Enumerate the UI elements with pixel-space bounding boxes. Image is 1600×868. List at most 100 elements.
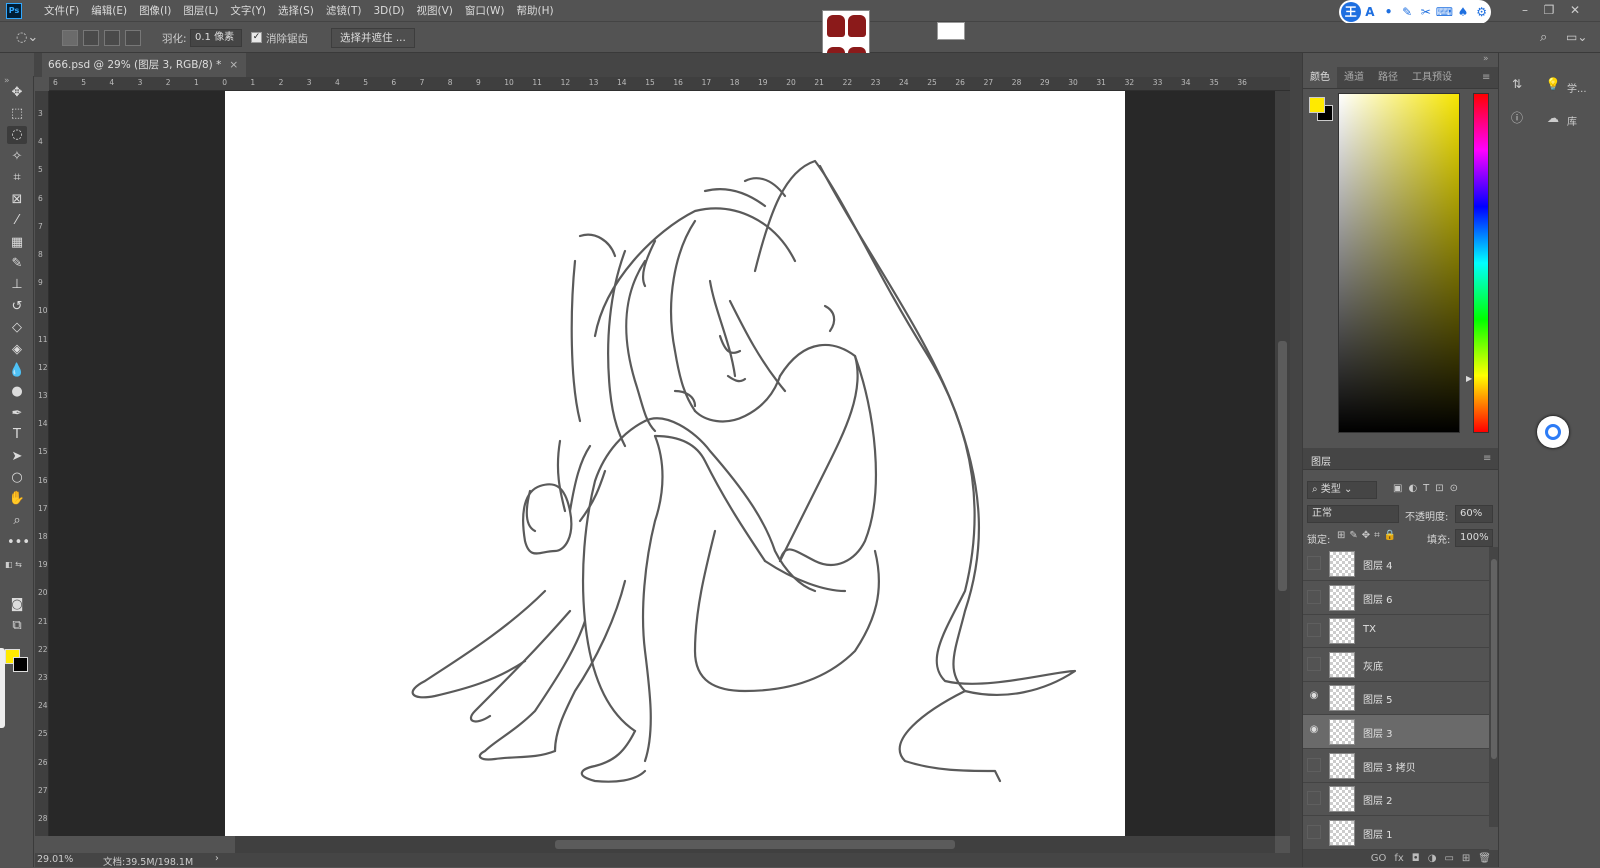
new-group-icon[interactable]: ▭ — [1444, 850, 1453, 867]
layer-row[interactable]: TX — [1303, 614, 1489, 649]
layer-row[interactable]: 图层 6 — [1303, 581, 1489, 615]
visibility-eye-icon[interactable]: ◉ — [1307, 690, 1321, 704]
layer-name[interactable]: 图层 3 拷贝 — [1363, 759, 1416, 774]
layer-name[interactable]: 图层 3 — [1363, 725, 1393, 740]
ime-punct-icon[interactable]: • — [1379, 2, 1398, 22]
layer-row[interactable]: ◉ 图层 5 — [1303, 681, 1489, 716]
add-mask-icon[interactable]: ◘ — [1412, 850, 1420, 867]
menu-window[interactable]: 窗口(W) — [459, 0, 511, 22]
ime-logo-icon[interactable]: 王 — [1341, 2, 1361, 22]
layers-panel-title[interactable]: 图层 — [1311, 453, 1331, 468]
visibility-eye-icon[interactable] — [1307, 656, 1321, 671]
ime-lang-icon[interactable]: A — [1361, 2, 1380, 22]
layer-row[interactable]: 图层 3 拷贝 — [1303, 749, 1489, 783]
pen-tool-icon[interactable]: ✒ — [7, 405, 27, 423]
layers-scroll-thumb[interactable] — [1491, 559, 1497, 759]
search-icon[interactable]: ⌕ — [1540, 30, 1547, 45]
visibility-eye-icon[interactable] — [1307, 791, 1321, 806]
horizontal-scroll-thumb[interactable] — [555, 840, 955, 849]
menu-select[interactable]: 选择(S) — [272, 0, 320, 22]
menu-filter[interactable]: 滤镜(T) — [320, 0, 368, 22]
layer-name[interactable]: 图层 2 — [1363, 792, 1393, 807]
background-color-swatch[interactable] — [13, 657, 28, 672]
eraser-tool-icon[interactable]: ◇ — [7, 319, 27, 337]
visibility-eye-icon[interactable] — [1307, 824, 1321, 839]
close-window-button[interactable]: ✕ — [1564, 0, 1586, 20]
layer-row[interactable]: ◉ 图层 3 — [1303, 715, 1489, 749]
history-panel-icon[interactable]: ⇅ — [1507, 75, 1527, 93]
new-selection-button[interactable] — [62, 30, 78, 46]
paint-bucket-tool-icon[interactable]: ◈ — [7, 341, 27, 359]
ime-skin-icon[interactable]: ♠ — [1454, 2, 1473, 22]
minimize-button[interactable]: – — [1514, 0, 1536, 20]
subtract-selection-button[interactable] — [104, 30, 120, 46]
default-colors-icon[interactable]: ◧ ⇆ — [5, 560, 22, 569]
info-panel-icon[interactable]: ⓘ — [1507, 109, 1527, 127]
antialias-checkbox[interactable]: ✓ — [251, 32, 262, 43]
menu-file[interactable]: 文件(F) — [38, 0, 85, 22]
hue-slider[interactable] — [1473, 93, 1489, 433]
close-tab-icon[interactable]: × — [229, 59, 238, 71]
new-layer-icon[interactable]: ⊞ — [1462, 850, 1470, 867]
add-selection-button[interactable] — [83, 30, 99, 46]
lock-icons[interactable]: ⊞✎✥⌗🔒 — [1337, 530, 1400, 541]
delete-layer-icon[interactable]: 🗑 — [1478, 850, 1491, 867]
menu-view[interactable]: 视图(V) — [411, 0, 459, 22]
layer-name[interactable]: 图层 5 — [1363, 691, 1393, 706]
ime-keyboard-icon[interactable]: ⌨ — [1435, 2, 1454, 22]
menu-edit[interactable]: 编辑(E) — [85, 0, 133, 22]
screen-mode-icon[interactable]: ⧉ — [7, 617, 27, 635]
tab-tool-presets[interactable]: 工具预设 — [1405, 67, 1459, 88]
pasteboard[interactable] — [49, 91, 1290, 836]
move-tool-icon[interactable]: ✥ — [7, 84, 27, 102]
quick-mask-icon[interactable]: ◙ — [7, 596, 27, 614]
menu-type[interactable]: 文字(Y) — [224, 0, 272, 22]
hand-tool-icon[interactable]: ✋ — [7, 490, 27, 508]
tab-channels[interactable]: 通道 — [1337, 67, 1371, 88]
menu-help[interactable]: 帮助(H) — [511, 0, 560, 22]
ime-handwrite-icon[interactable]: ✎ — [1398, 2, 1417, 22]
frame-tool-icon[interactable]: ⊠ — [7, 191, 27, 209]
libraries-icon[interactable]: ☁ — [1543, 109, 1563, 127]
marquee-tool-icon[interactable]: ⬚ — [7, 105, 27, 123]
libraries-label[interactable]: 库 — [1567, 113, 1577, 128]
side-dock-tab[interactable] — [0, 648, 5, 728]
layer-name[interactable]: 图层 4 — [1363, 557, 1393, 572]
brush-tool-icon[interactable]: ✎ — [7, 255, 27, 273]
layer-filter-select[interactable]: ⌕ 类型 ⌄ — [1307, 481, 1377, 499]
status-menu-arrow[interactable]: › — [215, 853, 219, 864]
document-tab[interactable]: 666.psd @ 29% (图层 3, RGB/8) * × — [42, 53, 247, 77]
intersect-selection-button[interactable] — [125, 30, 141, 46]
crop-tool-icon[interactable]: ⌗ — [7, 169, 27, 187]
layers-panel-menu-icon[interactable]: ≡ — [1483, 454, 1495, 464]
color-picker-field[interactable] — [1338, 93, 1460, 433]
layer-name[interactable]: 灰底 — [1363, 658, 1383, 673]
type-tool-icon[interactable]: T — [7, 426, 27, 444]
ellipse-tool-icon[interactable]: ○ — [7, 469, 27, 487]
visibility-eye-icon[interactable] — [1307, 623, 1321, 638]
menu-image[interactable]: 图像(I) — [133, 0, 177, 22]
ime-scissors-icon[interactable]: ✂ — [1416, 2, 1435, 22]
learn-label[interactable]: 学... — [1567, 80, 1587, 95]
blend-mode-select[interactable]: 正常 — [1307, 505, 1399, 523]
ime-settings-icon[interactable]: ⚙ — [1472, 2, 1491, 22]
layer-row[interactable]: 图层 2 — [1303, 782, 1489, 817]
layer-name[interactable]: 图层 6 — [1363, 591, 1393, 606]
visibility-eye-icon[interactable] — [1307, 589, 1321, 604]
layer-row[interactable]: 图层 4 — [1303, 547, 1489, 581]
path-selection-tool-icon[interactable]: ➤ — [7, 448, 27, 466]
zoom-tool-icon[interactable]: ⌕ — [7, 512, 27, 530]
layer-filter-icons[interactable]: ▣◐T⊡⊙ — [1393, 483, 1464, 494]
horizontal-scrollbar[interactable] — [235, 836, 1275, 853]
vertical-scroll-thumb[interactable] — [1278, 341, 1287, 591]
layer-style-icon[interactable]: fx — [1394, 850, 1403, 867]
visibility-eye-icon[interactable] — [1307, 757, 1321, 772]
blur-tool-icon[interactable]: 💧 — [7, 362, 27, 380]
layer-name[interactable]: TX — [1363, 624, 1376, 635]
tab-paths[interactable]: 路径 — [1371, 67, 1405, 88]
layer-row[interactable]: 图层 1 — [1303, 816, 1489, 850]
lasso-preset-icon[interactable]: ◌⌄ — [16, 30, 46, 46]
menu-3d[interactable]: 3D(D) — [367, 0, 410, 22]
clone-stamp-tool-icon[interactable]: ⊥ — [7, 276, 27, 294]
learn-icon[interactable]: 💡 — [1543, 75, 1563, 93]
